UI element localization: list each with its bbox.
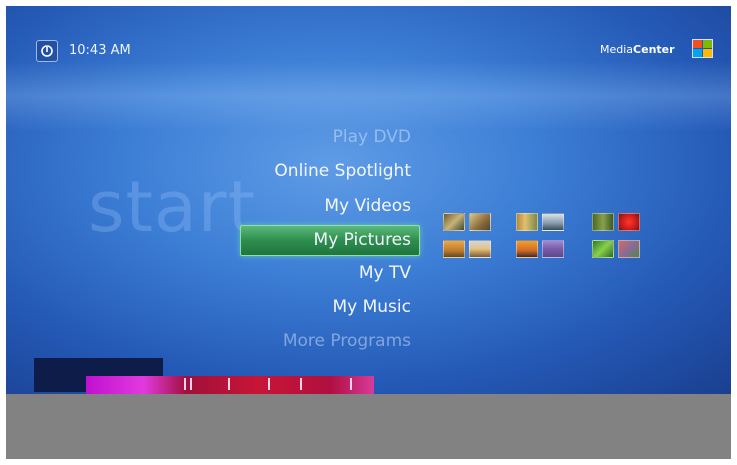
picture-thumbnail[interactable] [469,213,491,231]
glitch-artifact [268,378,270,390]
menu-item-my-tv[interactable]: My TV [359,263,411,283]
glitch-artifact [184,378,186,390]
menu-item-my-music[interactable]: My Music [332,297,411,317]
picture-thumbnail[interactable] [592,213,614,231]
corrupted-region [86,376,374,394]
menu-item-more-programs[interactable]: More Programs [283,331,411,351]
gray-overlay-bar [6,394,731,459]
glitch-artifact [350,378,352,390]
picture-thumbnail[interactable] [443,240,465,258]
windows-flag-icon [692,39,713,58]
brand-text-light: Media [600,43,634,56]
media-center-brand: MediaCenter [600,43,675,56]
picture-thumbnail[interactable] [516,240,538,258]
glitch-artifact [190,378,192,390]
picture-thumbnail[interactable] [618,240,640,258]
picture-thumbnail[interactable] [618,213,640,231]
picture-thumbnail[interactable] [592,240,614,258]
picture-thumbnail[interactable] [542,240,564,258]
picture-thumbnail[interactable] [542,213,564,231]
picture-thumbnail[interactable] [443,213,465,231]
glitch-artifact [300,378,302,390]
menu-item-my-pictures[interactable]: My Pictures [314,230,411,250]
picture-thumbnail[interactable] [516,213,538,231]
media-center-screen: 10:43 AM MediaCenter start Play DVD Onli… [6,6,731,459]
menu-item-my-videos[interactable]: My Videos [324,196,411,216]
glitch-artifact [228,378,230,390]
menu-item-play-dvd[interactable]: Play DVD [333,127,411,147]
brand-text-bold: Center [633,43,675,56]
menu-item-online-spotlight[interactable]: Online Spotlight [274,161,411,181]
picture-thumbnail[interactable] [469,240,491,258]
